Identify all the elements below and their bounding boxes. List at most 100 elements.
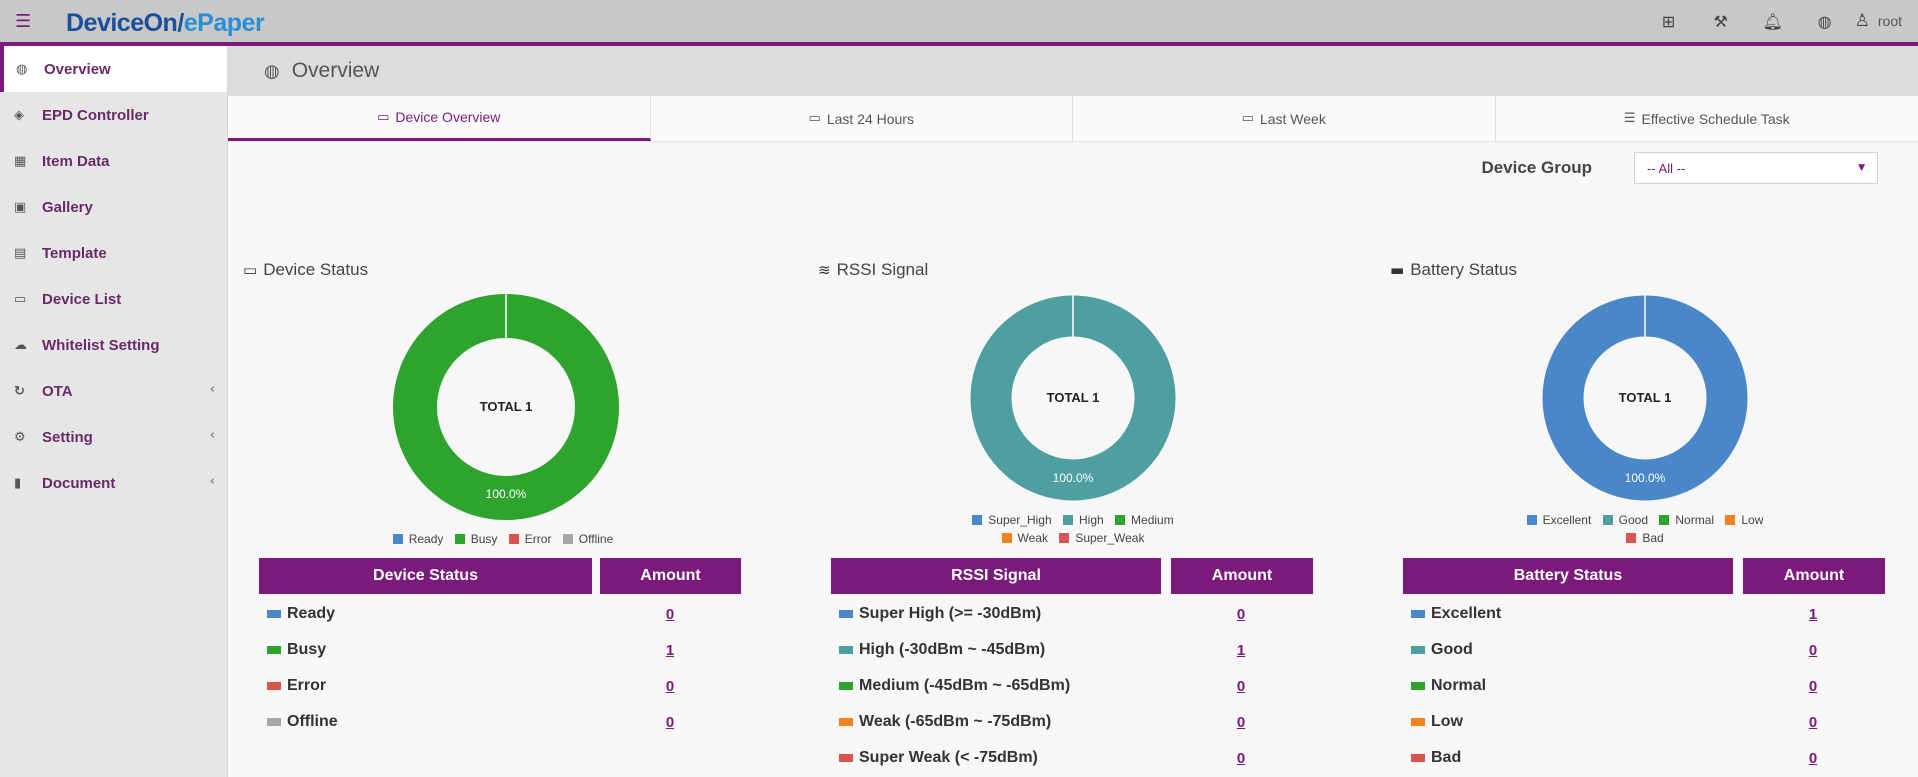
- legend-item[interactable]: Ready: [392, 530, 443, 548]
- status-swatch: [1411, 718, 1425, 726]
- status-swatch: [839, 718, 853, 726]
- chevron-left-icon: ‹: [209, 382, 215, 397]
- legend-item[interactable]: Weak: [1001, 529, 1048, 547]
- device-status-title: ▭ Device Status: [243, 260, 368, 280]
- sidebar-item-label: Template: [42, 244, 107, 262]
- row-label: Super High (>= -30dBm): [859, 605, 1042, 622]
- page-title: Overview: [291, 59, 380, 82]
- tab-label: Last Week: [1259, 110, 1326, 127]
- legend-label: Super_High: [988, 513, 1052, 527]
- high-amount-link[interactable]: 1: [1201, 642, 1281, 659]
- sidebar-item-epd-controller[interactable]: ◈ EPD Controller: [0, 92, 227, 138]
- legend-item[interactable]: Error: [508, 530, 551, 548]
- tab-last-week[interactable]: ▭ Last Week: [1073, 96, 1496, 141]
- sidebar-item-whitelist-setting[interactable]: ☁ Whitelist Setting: [0, 322, 227, 368]
- legend-label: Offline: [578, 532, 614, 546]
- rssi-row-high: High (-30dBm ~ -45dBm): [839, 641, 1045, 659]
- ready-amount-link[interactable]: 0: [630, 606, 710, 623]
- main-content: ◍ Overview ▭ Device Overview ▭ Last 24 H…: [228, 46, 1918, 777]
- globe-icon[interactable]: ◍: [1799, 0, 1851, 42]
- legend-item[interactable]: Offline: [562, 530, 614, 548]
- status-row-error: Error: [267, 677, 326, 695]
- amount-header: Amount: [600, 558, 741, 594]
- sidebar-item-item-data[interactable]: ▦ Item Data: [0, 138, 227, 184]
- excellent-amount-link[interactable]: 1: [1773, 606, 1853, 623]
- sidebar-item-setting[interactable]: ⚙ Setting ‹: [0, 414, 227, 460]
- laptop-icon: ▭: [808, 111, 821, 126]
- device-group-select[interactable]: -- All -- ▼: [1634, 152, 1878, 184]
- rssi-row-super-high: Super High (>= -30dBm): [839, 605, 1041, 623]
- laptop-icon: ▭: [1241, 111, 1254, 126]
- sidebar-item-template[interactable]: ▤ Template: [0, 230, 227, 276]
- sidebar-item-label: Overview: [44, 60, 111, 78]
- battery-row-low: Low: [1411, 713, 1463, 731]
- error-amount-link[interactable]: 0: [630, 678, 710, 695]
- tab-bar: ▭ Device Overview ▭ Last 24 Hours ▭ Last…: [228, 96, 1918, 142]
- chevron-left-icon: ‹: [209, 474, 215, 489]
- sidebar-item-device-list[interactable]: ▭ Device List: [0, 276, 227, 322]
- legend-swatch: [1602, 515, 1613, 525]
- bell-icon[interactable]: 🔔︎: [1747, 0, 1799, 42]
- legend-label: Busy: [470, 532, 498, 546]
- refresh-icon: ↻: [14, 383, 25, 399]
- legend-item[interactable]: Normal: [1659, 511, 1714, 529]
- plus-square-icon[interactable]: ⊞: [1643, 0, 1695, 42]
- device-group-label: Device Group: [1481, 158, 1592, 177]
- battery-status-panel: ▬ Battery Status TOTAL 1 100.0% Excellen…: [1387, 216, 1907, 777]
- globe-icon: ◍: [16, 61, 28, 77]
- legend-label: Excellent: [1542, 513, 1592, 527]
- legend-swatch: [1059, 533, 1070, 543]
- row-label: Low: [1431, 713, 1463, 730]
- medium-amount-link[interactable]: 0: [1201, 678, 1281, 695]
- user-menu[interactable]: ♙ root: [1851, 11, 1918, 31]
- super-weak-amount-link[interactable]: 0: [1201, 750, 1281, 767]
- panel-title-text: Device Status: [263, 260, 369, 279]
- donut-percent: 100.0%: [1624, 471, 1666, 485]
- weak-amount-link[interactable]: 0: [1201, 714, 1281, 731]
- cloud-upload-icon: ☁: [14, 337, 27, 353]
- super-high-amount-link[interactable]: 0: [1201, 606, 1281, 623]
- tab-label: Device Overview: [395, 109, 501, 125]
- legend-item[interactable]: Medium: [1115, 511, 1174, 529]
- sidebar-item-document[interactable]: ▮ Document ‹: [0, 460, 227, 506]
- battery-row-bad: Bad: [1411, 749, 1461, 767]
- logo-part-1: DeviceOn/: [66, 9, 184, 37]
- good-amount-link[interactable]: 0: [1773, 642, 1853, 659]
- row-label: High (-30dBm ~ -45dBm): [859, 641, 1046, 658]
- legend-swatch: [1526, 515, 1537, 525]
- tasks-icon: ☰: [1623, 111, 1636, 126]
- legend-label: Medium: [1131, 513, 1174, 527]
- legend-item[interactable]: Bad: [1626, 529, 1664, 547]
- offline-amount-link[interactable]: 0: [630, 714, 710, 731]
- legend-item[interactable]: Super_Weak: [1059, 529, 1144, 547]
- gavel-icon[interactable]: ⚒: [1695, 0, 1747, 42]
- low-amount-link[interactable]: 0: [1773, 714, 1853, 731]
- rssi-donut: TOTAL 1 100.0%: [969, 294, 1177, 502]
- sidebar-item-label: Device List: [42, 290, 122, 308]
- row-label: Normal: [1431, 677, 1487, 694]
- donut-percent: 100.0%: [485, 487, 527, 501]
- legend-item[interactable]: Low: [1725, 511, 1763, 529]
- tab-last-24-hours[interactable]: ▭ Last 24 Hours: [651, 96, 1073, 141]
- tab-device-overview[interactable]: ▭ Device Overview: [228, 96, 651, 141]
- bad-amount-link[interactable]: 0: [1773, 750, 1853, 767]
- legend-item[interactable]: Excellent: [1526, 511, 1592, 529]
- sidebar-item-overview[interactable]: ◍ Overview: [0, 46, 227, 92]
- row-label: Excellent: [1431, 605, 1502, 622]
- logo[interactable]: DeviceOn/ePaper: [66, 9, 265, 38]
- hamburger-icon[interactable]: ☰: [15, 11, 31, 32]
- donut-percent: 100.0%: [1052, 471, 1094, 485]
- rssi-signal-header: RSSI Signal: [831, 558, 1161, 594]
- status-swatch: [267, 610, 281, 618]
- sidebar-item-ota[interactable]: ↻ OTA ‹: [0, 368, 227, 414]
- desktop-icon: ▭: [243, 261, 258, 279]
- busy-amount-link[interactable]: 1: [630, 642, 710, 659]
- legend-item[interactable]: Good: [1602, 511, 1648, 529]
- normal-amount-link[interactable]: 0: [1773, 678, 1853, 695]
- legend-item[interactable]: High: [1063, 511, 1104, 529]
- tab-effective-schedule-task[interactable]: ☰ Effective Schedule Task: [1496, 96, 1918, 141]
- legend-item[interactable]: Super_High: [972, 511, 1052, 529]
- sidebar-item-gallery[interactable]: ▣ Gallery: [0, 184, 227, 230]
- legend-item[interactable]: Busy: [454, 530, 498, 548]
- sidebar-item-label: EPD Controller: [42, 106, 149, 124]
